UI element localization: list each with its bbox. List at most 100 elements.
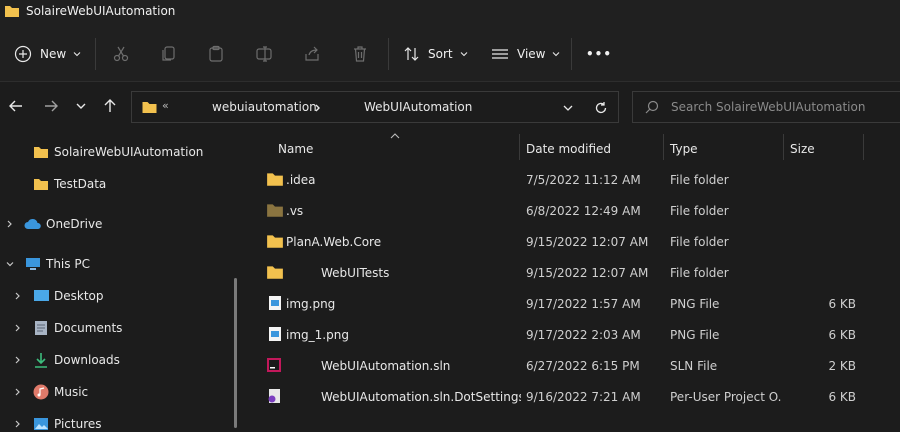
sidebar-item-documents[interactable]: Documents bbox=[0, 314, 240, 342]
column-header-date-modified[interactable]: Date modified bbox=[526, 134, 611, 164]
column-header-type[interactable]: Type bbox=[670, 134, 698, 164]
sidebar-item-onedrive[interactable]: OneDrive bbox=[0, 210, 240, 238]
file-size: 6 KB bbox=[828, 327, 856, 342]
breadcrumb-overflow-button[interactable]: « bbox=[162, 99, 169, 112]
column-divider[interactable] bbox=[863, 134, 864, 160]
view-button[interactable]: View bbox=[491, 38, 561, 70]
scissors-icon bbox=[113, 46, 129, 62]
table-row[interactable]: PlanA.Web.Core 9/15/2022 12:07 AM File f… bbox=[247, 226, 900, 257]
new-button[interactable]: New bbox=[14, 38, 82, 70]
file-date: 7/5/2022 11:12 AM bbox=[526, 172, 641, 187]
search-placeholder: Search SolaireWebUIAutomation bbox=[671, 100, 866, 114]
file-type: File folder bbox=[670, 203, 729, 218]
folder-icon bbox=[34, 179, 48, 190]
table-row[interactable]: img_1.png 9/17/2022 2:03 AM PNG File 6 K… bbox=[247, 319, 900, 350]
file-type: SLN File bbox=[670, 358, 718, 373]
arrow-left-icon bbox=[9, 100, 22, 112]
sidebar-item-pictures[interactable]: Pictures bbox=[0, 410, 240, 432]
file-date: 9/16/2022 7:21 AM bbox=[526, 389, 641, 404]
file-size: 6 KB bbox=[828, 389, 856, 404]
sidebar-item-label: Desktop bbox=[54, 289, 104, 303]
file-name: img_1.png bbox=[286, 327, 349, 342]
desktop-icon bbox=[34, 290, 49, 301]
file-type: PNG File bbox=[670, 296, 720, 311]
file-name: WebUIAutomation.sln bbox=[321, 358, 451, 373]
navigation-bar: « webuiautomation WebUIAutomation Search… bbox=[0, 82, 900, 130]
toolbar-divider bbox=[388, 38, 389, 70]
sort-label: Sort bbox=[428, 47, 453, 61]
recent-locations-button[interactable] bbox=[69, 94, 93, 118]
clipboard-icon bbox=[209, 45, 223, 62]
column-header-name[interactable]: Name bbox=[278, 134, 313, 164]
chevron-down-icon[interactable] bbox=[562, 102, 574, 114]
toolbar-divider bbox=[571, 38, 572, 70]
table-row[interactable]: .idea 7/5/2022 11:12 AM File folder bbox=[247, 164, 900, 195]
share-button[interactable] bbox=[302, 44, 322, 64]
sidebar-item-label: This PC bbox=[46, 257, 90, 271]
plus-circle-icon bbox=[14, 45, 32, 63]
sidebar-item-label: Downloads bbox=[54, 353, 120, 367]
sidebar-item-testdata[interactable]: TestData bbox=[0, 170, 240, 198]
folder-icon bbox=[142, 102, 157, 113]
sidebar-item-label: SolaireWebUIAutomation bbox=[54, 145, 204, 159]
refresh-icon[interactable] bbox=[594, 101, 608, 115]
rename-button[interactable] bbox=[254, 44, 274, 64]
chevron-down-icon bbox=[76, 103, 86, 109]
back-button[interactable] bbox=[4, 94, 28, 118]
chevron-down-icon[interactable] bbox=[5, 259, 15, 269]
breadcrumb-webuiautomation-current[interactable]: WebUIAutomation bbox=[364, 100, 472, 114]
file-name: .idea bbox=[286, 172, 316, 187]
sidebar-item-desktop[interactable]: Desktop bbox=[0, 282, 240, 310]
copy-button[interactable] bbox=[159, 44, 179, 64]
cut-button[interactable] bbox=[111, 44, 131, 64]
sidebar-item-solairewebuiautomation[interactable]: SolaireWebUIAutomation bbox=[0, 138, 240, 166]
sidebar-item-label: TestData bbox=[54, 177, 107, 191]
sidebar-item-this-pc[interactable]: This PC bbox=[0, 250, 240, 278]
delete-button[interactable] bbox=[350, 44, 370, 64]
folder-icon bbox=[267, 266, 283, 279]
forward-button[interactable] bbox=[39, 94, 63, 118]
chevron-right-icon bbox=[315, 104, 320, 112]
more-options-button[interactable]: ••• bbox=[586, 38, 612, 70]
file-type: Per-User Project O... bbox=[670, 389, 782, 404]
computer-icon bbox=[26, 258, 40, 270]
chevron-right-icon[interactable] bbox=[13, 387, 23, 397]
column-divider[interactable] bbox=[519, 134, 520, 160]
chevron-right-icon[interactable] bbox=[13, 323, 23, 333]
file-size bbox=[790, 164, 856, 195]
folder-icon bbox=[267, 235, 283, 248]
new-label: New bbox=[40, 47, 67, 61]
table-row[interactable]: WebUIAutomation.sln.DotSettings... 9/16/… bbox=[247, 381, 900, 412]
file-list: Name Date modified Type Size .idea 7/5/2… bbox=[247, 130, 900, 432]
sort-button[interactable]: Sort bbox=[403, 38, 469, 70]
table-row[interactable]: img.png 9/17/2022 1:57 AM PNG File 6 KB bbox=[247, 288, 900, 319]
rename-icon bbox=[256, 46, 272, 62]
column-divider[interactable] bbox=[783, 134, 784, 160]
chevron-right-icon[interactable] bbox=[5, 219, 15, 229]
view-label: View bbox=[517, 47, 546, 61]
search-box[interactable]: Search SolaireWebUIAutomation bbox=[632, 91, 900, 123]
sidebar-scrollbar[interactable] bbox=[234, 278, 237, 428]
breadcrumb-webuiautomation[interactable]: webuiautomation bbox=[212, 100, 317, 114]
column-divider[interactable] bbox=[663, 134, 664, 160]
chevron-right-icon[interactable] bbox=[13, 419, 23, 429]
address-bar[interactable]: « webuiautomation WebUIAutomation bbox=[131, 91, 619, 123]
paste-button[interactable] bbox=[206, 44, 226, 64]
table-row[interactable]: WebUITests 9/15/2022 12:07 AM File folde… bbox=[247, 257, 900, 288]
sidebar-item-music[interactable]: Music bbox=[0, 378, 240, 406]
file-name: img.png bbox=[286, 296, 336, 311]
music-icon bbox=[33, 384, 49, 400]
file-date: 9/17/2022 1:57 AM bbox=[526, 296, 641, 311]
sidebar-item-downloads[interactable]: Downloads bbox=[0, 346, 240, 374]
file-size bbox=[790, 195, 856, 226]
chevron-right-icon[interactable] bbox=[13, 355, 23, 365]
window-title: SolaireWebUIAutomation bbox=[26, 4, 176, 18]
file-date: 9/15/2022 12:07 AM bbox=[526, 234, 649, 249]
table-row[interactable]: .vs 6/8/2022 12:49 AM File folder bbox=[247, 195, 900, 226]
chevron-right-icon[interactable] bbox=[13, 291, 23, 301]
file-type: PNG File bbox=[670, 327, 720, 342]
file-size bbox=[790, 257, 856, 288]
column-header-size[interactable]: Size bbox=[790, 134, 815, 164]
up-button[interactable] bbox=[98, 94, 122, 118]
table-row[interactable]: WebUIAutomation.sln 6/27/2022 6:15 PM SL… bbox=[247, 350, 900, 381]
